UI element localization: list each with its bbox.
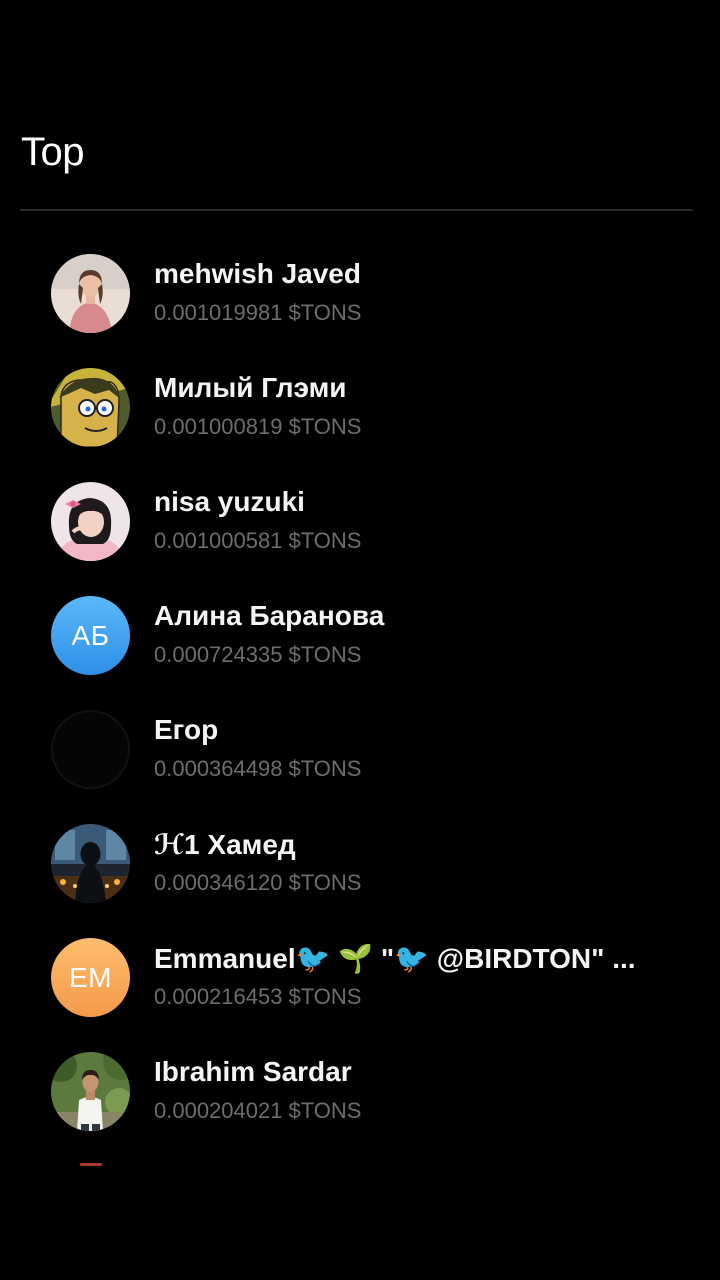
user-name: ℋ1 Хамед xyxy=(154,829,296,860)
balance-currency: $TONS xyxy=(288,756,362,781)
leaderboard-row[interactable]: Милый Глэми 0.001000819 $TONS xyxy=(0,350,720,464)
avatar-initials: АБ xyxy=(71,619,110,651)
avatar: АБ xyxy=(51,596,130,675)
user-balance: 0.001019981 $TONS xyxy=(154,300,361,326)
user-balance: 0.000346120 $TONS xyxy=(154,870,361,896)
user-balance: 0.000364498 $TONS xyxy=(154,756,361,782)
balance-amount: 0.000216453 xyxy=(154,984,283,1009)
user-balance: 0.000216453 $TONS xyxy=(154,984,361,1010)
avatar xyxy=(51,254,130,333)
leaderboard-row[interactable]: nisa yuzuki 0.001000581 $TONS xyxy=(0,464,720,578)
avatar xyxy=(51,1052,130,1131)
leaderboard-list: mehwish Javed 0.001019981 $TONS Милый Глэ… xyxy=(0,236,720,1166)
user-name: nisa yuzuki xyxy=(154,486,305,517)
avatar xyxy=(51,482,130,561)
user-name: Алина Баранова xyxy=(154,600,385,631)
balance-currency: $TONS xyxy=(288,642,362,667)
user-balance: 0.001000581 $TONS xyxy=(154,528,361,554)
avatar-initials: EM xyxy=(69,961,112,993)
user-name: mehwish Javed xyxy=(154,258,361,289)
user-name: Emmanuel🐦 🌱 "🐦 @BIRDTON" ... xyxy=(154,943,636,974)
leaderboard-row[interactable]: АБ Алина Баранова 0.000724335 $TONS xyxy=(0,578,720,692)
balance-currency: $TONS xyxy=(288,1098,362,1123)
leaderboard-row[interactable]: Ibrahim Sardar 0.000204021 $TONS xyxy=(0,1034,720,1148)
leaderboard-row[interactable]: EM Emmanuel🐦 🌱 "🐦 @BIRDTON" ... 0.000216… xyxy=(0,920,720,1034)
avatar: EM xyxy=(51,938,130,1017)
user-balance: 0.000724335 $TONS xyxy=(154,642,361,668)
leaderboard-row[interactable]: mehwish Javed 0.001019981 $TONS xyxy=(0,236,720,350)
user-name: Егор xyxy=(154,714,219,745)
user-name: Милый Глэми xyxy=(154,372,347,403)
balance-amount: 0.000364498 xyxy=(154,756,283,781)
next-avatar-peek xyxy=(80,1163,102,1166)
balance-amount: 0.000346120 xyxy=(154,870,283,895)
user-name: Ibrahim Sardar xyxy=(154,1056,352,1087)
balance-amount: 0.001019981 xyxy=(154,300,283,325)
balance-amount: 0.001000581 xyxy=(154,528,283,553)
header-divider xyxy=(20,209,693,211)
leaderboard-row[interactable]: Егор 0.000364498 $TONS xyxy=(0,692,720,806)
user-balance: 0.000204021 $TONS xyxy=(154,1098,361,1124)
balance-amount: 0.001000819 xyxy=(154,414,283,439)
balance-currency: $TONS xyxy=(288,414,362,439)
balance-currency: $TONS xyxy=(288,870,362,895)
leaderboard-row[interactable]: ℋ1 Хамед 0.000346120 $TONS xyxy=(0,806,720,920)
balance-amount: 0.000204021 xyxy=(154,1098,283,1123)
user-balance: 0.001000819 $TONS xyxy=(154,414,361,440)
page-title: Top xyxy=(21,130,85,174)
balance-currency: $TONS xyxy=(288,528,362,553)
balance-amount: 0.000724335 xyxy=(154,642,283,667)
balance-currency: $TONS xyxy=(288,300,362,325)
avatar xyxy=(51,824,130,903)
balance-currency: $TONS xyxy=(288,984,362,1009)
avatar xyxy=(51,710,130,789)
avatar xyxy=(51,368,130,447)
